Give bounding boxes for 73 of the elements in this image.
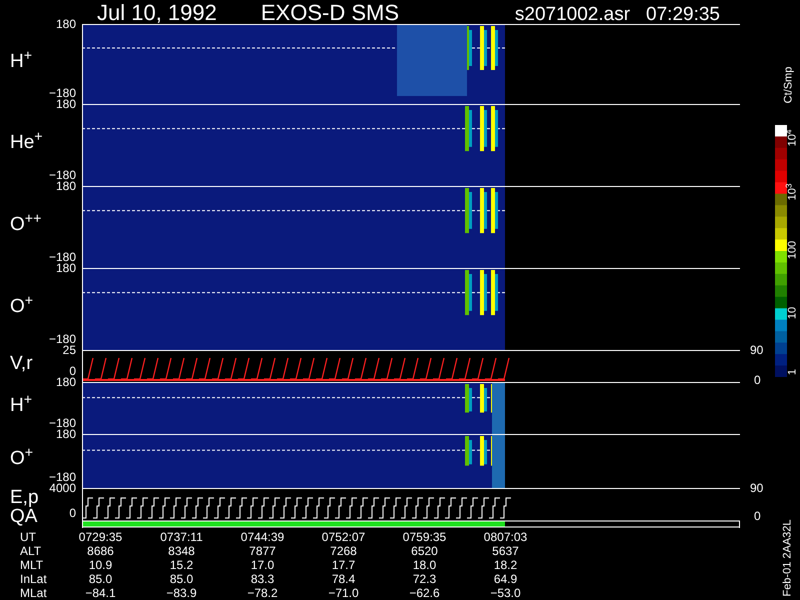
axis-tick-label: 180 (56, 376, 76, 388)
table-cell-text: 15.2 (168, 558, 194, 572)
table-cell-text: 7268 (329, 544, 358, 558)
plot-date: Jul 10, 1992 (97, 2, 217, 24)
axis-tick-label: 90 (750, 482, 764, 494)
table-cell-text: 7877 (248, 544, 277, 558)
table-cell-text: 18.0 (412, 558, 438, 572)
axis-tick-label: 180 (56, 180, 76, 192)
table-cell-text: 10.9 (88, 558, 114, 572)
table-cell-text: −84.1 (84, 586, 117, 600)
table-cell-text: 0759:35 (402, 530, 448, 544)
axis-tick-label: 25 (62, 344, 76, 356)
file-name: s2071002.asr (514, 5, 630, 24)
table-cell-text: 0737:11 (159, 530, 204, 544)
species-label: O$^{+}$ (10, 449, 34, 468)
table-cell-text: −62.6 (408, 586, 441, 600)
table-cell-text: −83.9 (165, 586, 198, 600)
table-cell-text: 78.4 (330, 572, 356, 586)
species-label: E,p (10, 488, 39, 507)
axis-tick-label: 180 (56, 98, 76, 110)
table-cell-text: 6520 (410, 544, 439, 558)
instrument-name: EXOS-D SMS (260, 2, 400, 24)
file-code-label: Feb-01 2AA32L (782, 519, 794, 597)
row-label: MLat (19, 586, 48, 600)
row-label: InLat (19, 572, 48, 586)
axis-tick-label: 0 (69, 365, 76, 377)
row-label: ALT (19, 544, 42, 558)
table-cell-text: 72.3 (412, 572, 438, 586)
table-cell-text: 8348 (167, 544, 196, 558)
table-cell-text: 8686 (86, 544, 115, 558)
species-label: V,r (10, 354, 33, 373)
table-cell-text: 17.0 (250, 558, 276, 572)
axis-tick-label: −180 (48, 87, 76, 99)
table-cell-text: 5637 (491, 544, 520, 558)
axis-tick-label: −180 (48, 333, 76, 345)
species-label: O$^{+}$ (10, 297, 34, 316)
axis-label: QA (10, 507, 38, 526)
scale-tick-label: 10 (788, 306, 798, 320)
axis-tick-label: 4000 (49, 482, 76, 494)
axis-tick-label: 180 (56, 18, 76, 30)
table-cell-text: 0729:35 (78, 530, 124, 544)
table-cell-text: 0744:39 (240, 530, 286, 544)
species-label: H$^{+}$ (10, 396, 32, 415)
scale-tick-label: 1 (788, 368, 798, 376)
table-cell-text: 85.0 (88, 572, 114, 586)
table-cell-text: 17.7 (330, 558, 356, 572)
unit-label: Ct/Smp (784, 66, 794, 104)
axis-tick-label: 180 (56, 428, 76, 440)
species-label: O$^{++}$ (10, 215, 42, 234)
table-cell-text: 64.9 (492, 572, 518, 586)
species-label: H$^{+}$ (10, 52, 32, 71)
axis-tick-label: 0 (754, 374, 761, 386)
axis-tick-label: −180 (48, 169, 76, 181)
axis-tick-label: 0 (754, 510, 761, 522)
plot-time: 07:29:35 (646, 5, 720, 24)
axis-tick-label: 180 (56, 262, 76, 274)
scale-tick-label: 100 (788, 240, 798, 260)
species-label: He$^{+}$ (10, 133, 43, 152)
table-cell-text: 83.3 (250, 572, 276, 586)
table-cell-text: −53.0 (489, 586, 522, 600)
table-cell-text: −71.0 (327, 586, 360, 600)
row-label: MLT (19, 558, 44, 572)
axis-tick-label: −180 (48, 251, 76, 263)
axis-tick-label: 0 (69, 507, 76, 519)
table-cell-text: 0752:07 (320, 530, 366, 544)
table-cell-text: 0807:03 (482, 530, 528, 544)
axis-tick-label: 90 (750, 344, 764, 356)
axis-tick-label: −180 (48, 417, 76, 429)
axis-tick-label: −180 (48, 471, 76, 483)
row-label: UT (19, 530, 37, 544)
table-cell-text: 85.0 (168, 572, 194, 586)
table-cell-text: 18.2 (492, 558, 518, 572)
table-cell-text: −78.2 (246, 586, 279, 600)
